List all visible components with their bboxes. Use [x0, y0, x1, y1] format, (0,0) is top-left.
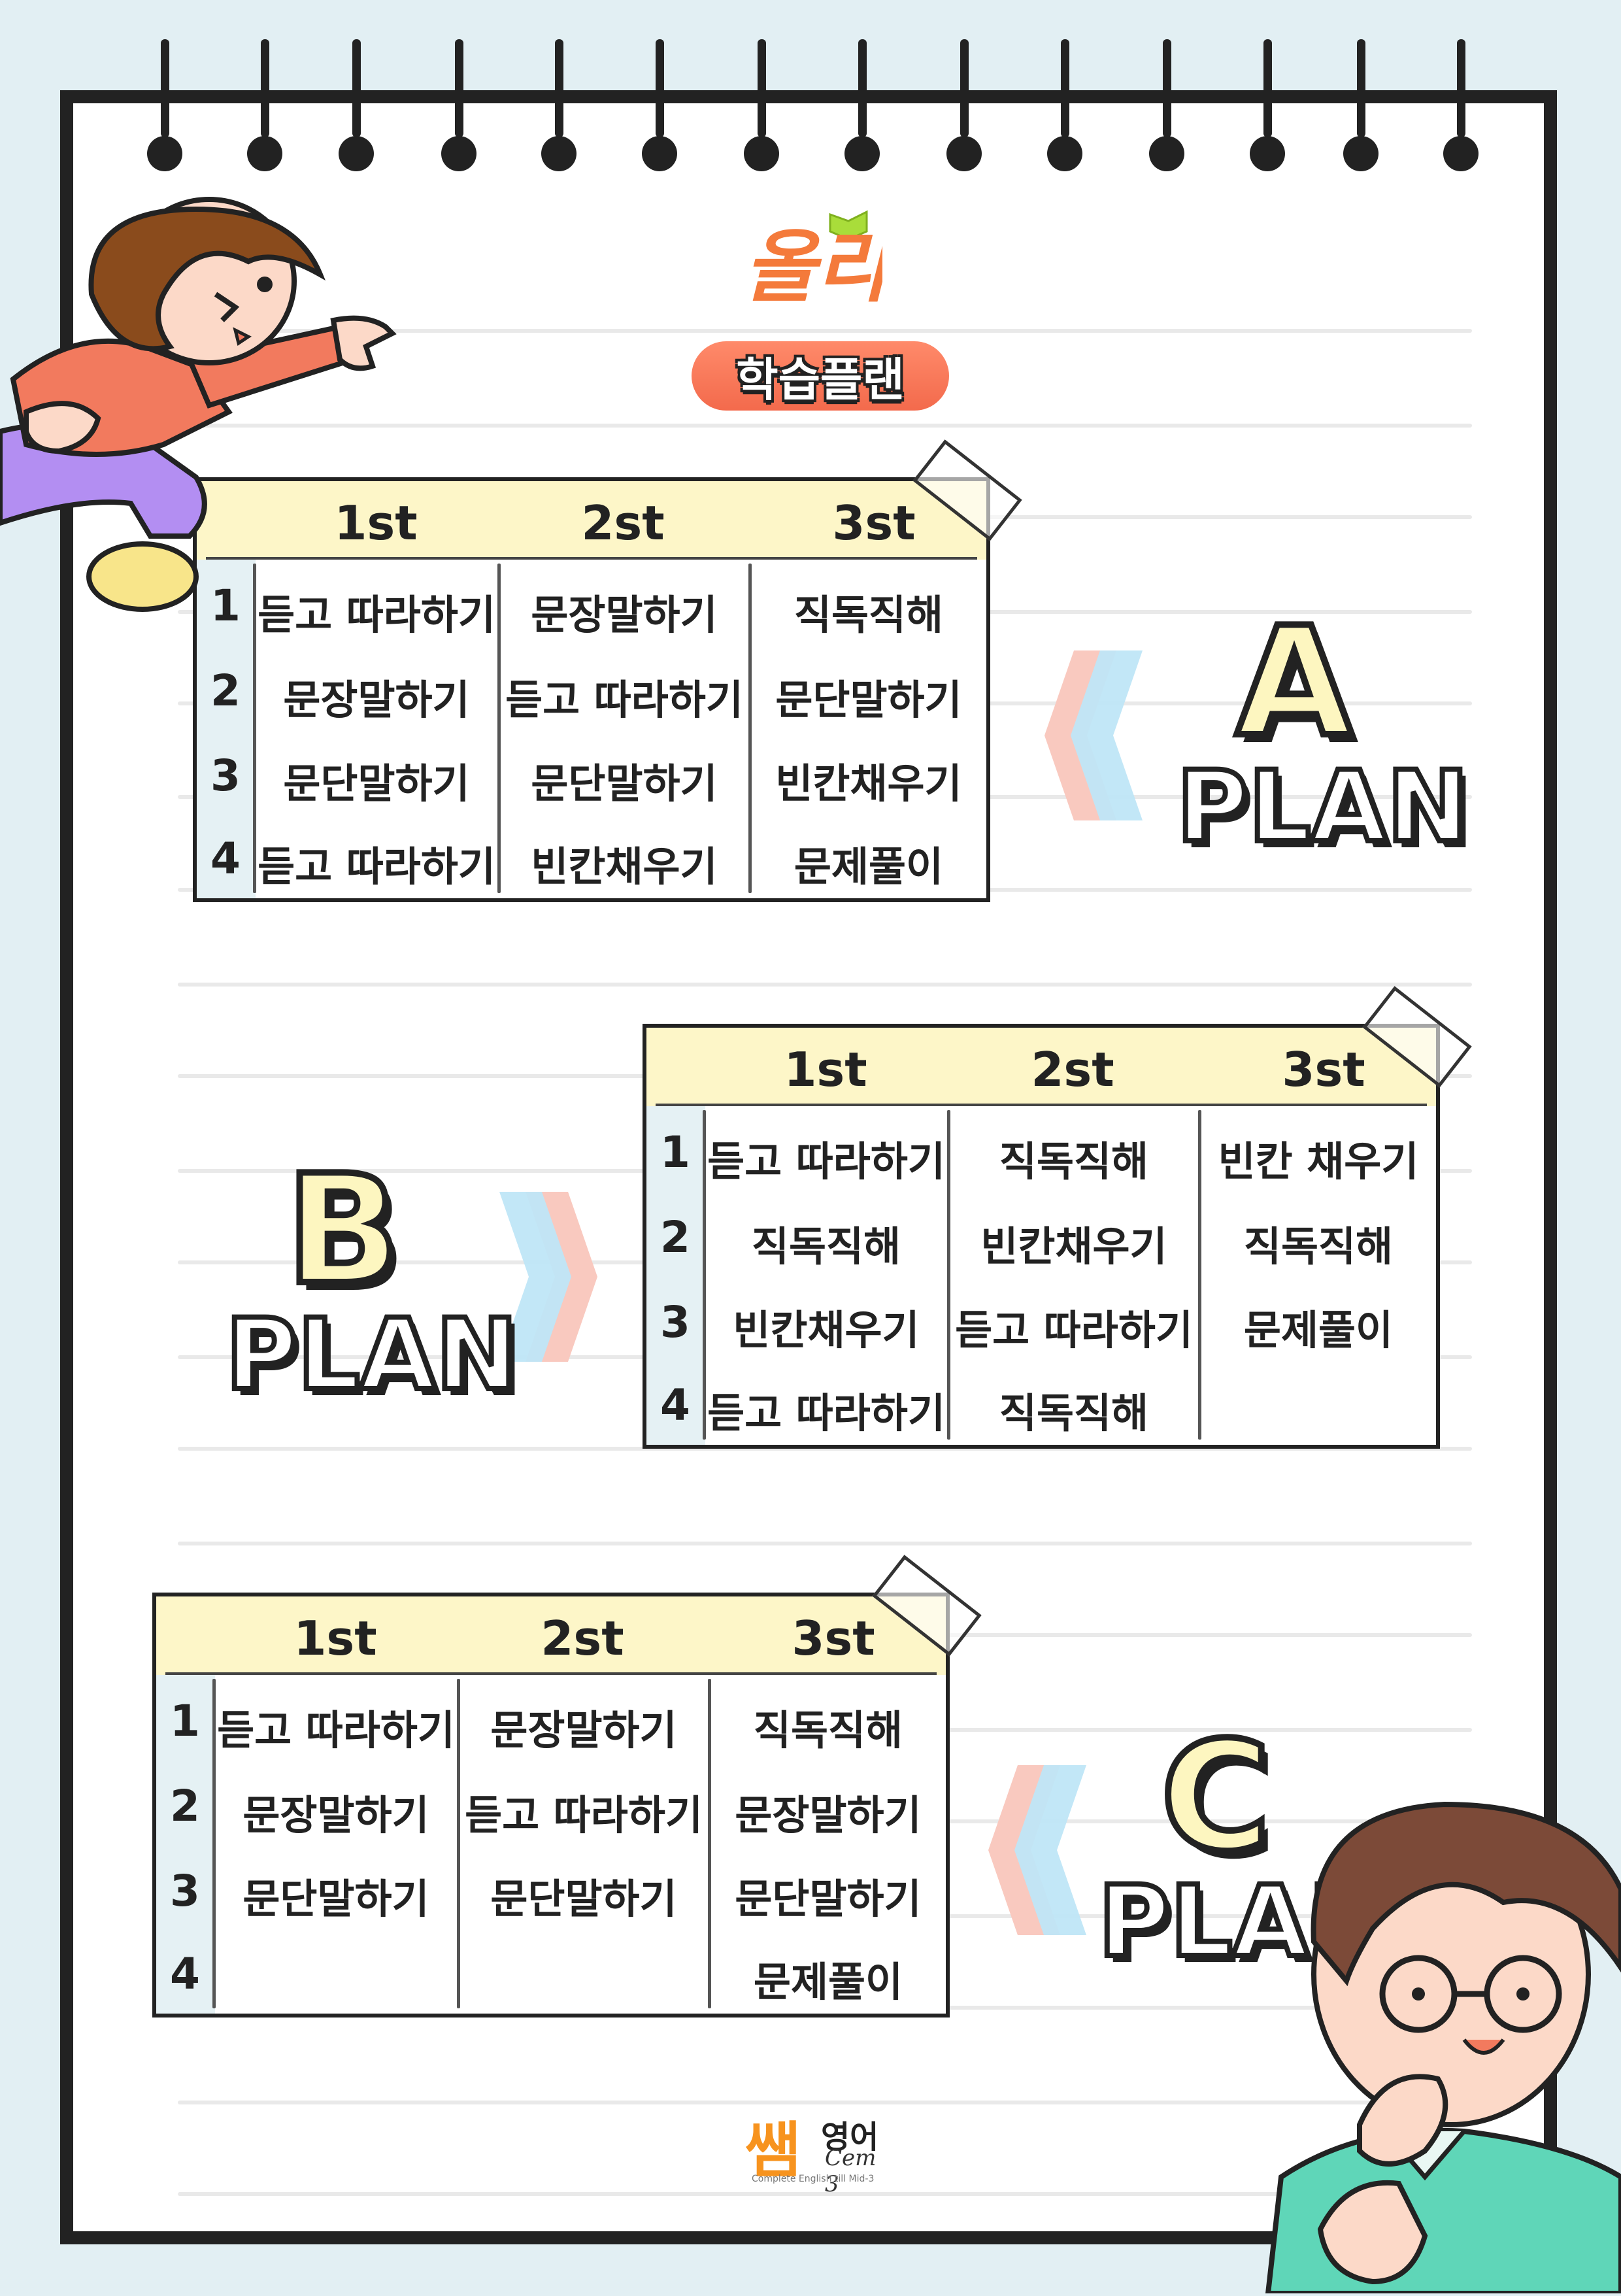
plan-c-table: 1st 2st 3st 1 듣고 따라하기 문장말하기 직독직해 2 문장말하기… [152, 1555, 982, 2017]
column-header: 2st [581, 496, 665, 550]
table-cell: 듣고 따라하기 [707, 1389, 945, 1437]
table-cell: 빈칸채우기 [531, 843, 718, 890]
table-cell: 듣고 따라하기 [465, 1791, 703, 1839]
table-cell: 문장말하기 [283, 676, 470, 724]
table-cell: 문단말하기 [242, 1875, 429, 1923]
plan-b-label: B PLAN [223, 1143, 520, 1412]
brand-en: Cem 3 [825, 2145, 877, 2197]
row-number: 4 [660, 1380, 690, 1430]
row-number: 2 [170, 1781, 200, 1831]
table-cell: 빈칸채우기 [775, 760, 962, 807]
row-number: 1 [170, 1696, 200, 1746]
binder-ring [1250, 39, 1285, 171]
row-number: 2 [210, 666, 241, 716]
table-cell: 직독직해 [794, 591, 944, 639]
plan-letter: B [282, 1143, 403, 1318]
row-number: 4 [170, 1949, 200, 1999]
binder-ring [247, 39, 282, 171]
binder-ring [1343, 39, 1379, 171]
plan-letter: A [1233, 596, 1356, 770]
table-cell: 문단말하기 [775, 676, 962, 724]
brand-tagline: Complete English till Mid-3 [752, 2174, 875, 2184]
rule-line [178, 1542, 1472, 1545]
column-header: 2st [1031, 1042, 1114, 1097]
binder-ring [946, 39, 982, 171]
binder-ring [844, 39, 880, 171]
study-plan-badge: 학습플랜 [692, 341, 949, 411]
table-cell: 문제풀이 [753, 1958, 903, 2006]
row-number: 3 [170, 1866, 200, 1916]
table-cell: 문제풀이 [1243, 1306, 1394, 1354]
table-cell: 직독직해 [751, 1223, 901, 1270]
table-cell: 듣고 따라하기 [505, 676, 743, 724]
table-cell: 문장말하기 [490, 1706, 677, 1754]
table-cell: 듣고 따라하기 [955, 1306, 1193, 1354]
chevron-left-icon [988, 1765, 1086, 1938]
table-cell: 직독직해 [753, 1706, 903, 1754]
table-cell: 빈칸채우기 [980, 1223, 1167, 1270]
table-cell: 문장말하기 [531, 591, 718, 639]
table-cell: 빈칸 채우기 [1218, 1138, 1419, 1185]
table-cell: 문단말하기 [283, 760, 470, 807]
table-cell: 듣고 따라하기 [258, 843, 495, 890]
table-cell: 직독직해 [999, 1389, 1149, 1437]
column-header: 2st [541, 1611, 624, 1666]
table-cell: 직독직해 [1243, 1223, 1394, 1270]
table-cell: 문장말하기 [735, 1791, 922, 1839]
table-cell: 빈칸채우기 [733, 1306, 920, 1354]
table-cell: 듣고 따라하기 [217, 1706, 455, 1754]
thinking-man-illustration [1229, 1759, 1621, 2296]
rule-line [178, 983, 1472, 987]
table-cell: 문장말하기 [242, 1791, 429, 1839]
plan-a-label: A PLAN [1174, 596, 1471, 864]
binder-ring [441, 39, 476, 171]
binder-ring [642, 39, 677, 171]
cem3-logo: 쌤 영어 Cem 3 Complete English till Mid-3 [745, 2102, 889, 2197]
olli-logo: 올리 [739, 203, 896, 314]
pointing-girl-illustration [0, 196, 418, 630]
binder-ring [1047, 39, 1082, 171]
binder-ring [541, 39, 577, 171]
column-header: 1st [293, 1611, 377, 1666]
row-number: 1 [660, 1127, 690, 1177]
row-number: 3 [210, 751, 241, 801]
column-header: 1st [784, 1042, 867, 1097]
plan-b-table: 1st 2st 3st 1 듣고 따라하기 직독직해 빈칸 채우기 2 직독직해… [643, 986, 1472, 1449]
binder-ring [1149, 39, 1184, 171]
binder-ring [147, 39, 182, 171]
table-cell: 듣고 따라하기 [707, 1138, 945, 1185]
plan-word: PLAN [223, 1298, 520, 1412]
row-number: 2 [660, 1212, 690, 1262]
table-cell: 직독직해 [999, 1138, 1149, 1185]
table-cell: 문단말하기 [735, 1875, 922, 1923]
binder-ring [744, 39, 779, 171]
table-cell: 문단말하기 [490, 1875, 677, 1923]
binder-ring [1443, 39, 1479, 171]
binder-ring [339, 39, 374, 171]
chevron-left-icon [1044, 650, 1143, 823]
table-cell: 문제풀이 [794, 843, 944, 890]
plan-word: PLAN [1174, 751, 1471, 864]
row-number: 4 [210, 834, 241, 884]
logo-text: 올리 [744, 221, 882, 313]
row-number: 3 [660, 1297, 690, 1347]
table-cell: 문단말하기 [531, 760, 718, 807]
